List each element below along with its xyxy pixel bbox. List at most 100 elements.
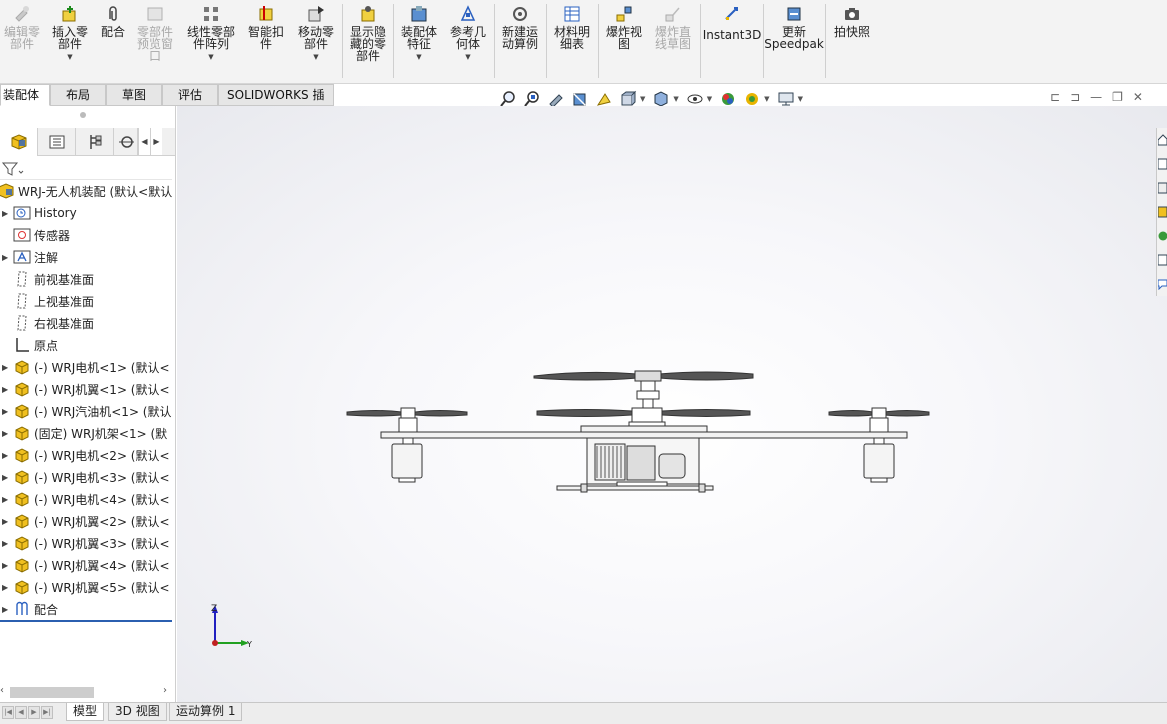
previous-window-icon[interactable]: ⊏	[1050, 90, 1060, 104]
new-motion-study-button[interactable]: 新建运 动算例	[498, 4, 542, 50]
tree-item-history[interactable]: ▶ History	[0, 202, 175, 224]
tree-item-component[interactable]: ▶ (-) WRJ机翼<5> (默认<	[0, 576, 175, 598]
first-tab-icon[interactable]: |◀	[2, 706, 14, 719]
last-tab-icon[interactable]: ▶|	[41, 706, 53, 719]
component-preview-button[interactable]: 零部件 预览窗 口	[134, 4, 176, 62]
chevron-down-icon[interactable]: ▼	[707, 95, 712, 103]
chevron-down-icon[interactable]: ▼	[673, 95, 678, 103]
explode-line-sketch-button[interactable]: 爆炸直 线草图	[650, 4, 696, 50]
tree-horizontal-scrollbar[interactable]: ‹ ›	[0, 684, 175, 700]
tab-model[interactable]: 模型	[66, 703, 105, 721]
mate-button[interactable]: 配合	[98, 4, 128, 38]
tree-item-top-plane[interactable]: 上视基准面	[0, 290, 175, 312]
tree-item-component[interactable]: ▶ (-) WRJ机翼<2> (默认<	[0, 510, 175, 532]
tree-item-component[interactable]: ▶ (-) WRJ机翼<4> (默认<	[0, 554, 175, 576]
home-icon[interactable]	[1157, 128, 1167, 152]
tab-evaluate[interactable]: 评估	[162, 84, 218, 106]
chevron-down-icon[interactable]: ▼	[764, 95, 769, 103]
tree-item-component[interactable]: ▶ (-) WRJ电机<1> (默认<	[0, 356, 175, 378]
next-window-icon[interactable]: ⊐	[1070, 90, 1080, 104]
tree-item-sensors[interactable]: 传感器	[0, 224, 175, 246]
chevron-down-icon[interactable]: ▼	[640, 95, 645, 103]
minimize-icon[interactable]: —	[1090, 90, 1102, 104]
tree-item-origin[interactable]: 原点	[0, 334, 175, 356]
expand-arrow-icon[interactable]: ▶	[2, 451, 12, 460]
expand-arrow-icon[interactable]: ▶	[2, 385, 12, 394]
snapshot-button[interactable]: 拍快照	[829, 4, 875, 38]
restore-icon[interactable]: ❐	[1112, 90, 1123, 104]
tab-3d-views[interactable]: 3D 视图	[108, 703, 167, 721]
panel-grip[interactable]	[80, 112, 86, 118]
linear-pattern-button[interactable]: 线性零部 件阵列 ▼	[182, 4, 240, 63]
expand-arrow-icon[interactable]: ▶	[2, 253, 12, 262]
forum-icon[interactable]	[1157, 272, 1167, 296]
tree-item-right-plane[interactable]: 右视基准面	[0, 312, 175, 334]
tree-item-component[interactable]: ▶ (-) WRJ电机<3> (默认<	[0, 466, 175, 488]
update-speedpak-button[interactable]: 更新 Speedpak	[764, 4, 824, 50]
design-library-icon[interactable]	[1157, 152, 1167, 176]
show-hidden-components-button[interactable]: 显示隐 藏的零 部件	[346, 4, 390, 62]
chevron-down-icon[interactable]: ▼	[208, 51, 213, 63]
expand-arrow-icon[interactable]: ▶	[2, 209, 12, 218]
tree-rollback-bar[interactable]	[0, 620, 172, 622]
scrollbar-thumb[interactable]	[10, 687, 94, 698]
tab-sketch[interactable]: 草图	[106, 84, 162, 106]
tab-feature-manager[interactable]	[0, 128, 38, 156]
expand-arrow-icon[interactable]: ▶	[2, 539, 12, 548]
insert-components-button[interactable]: 插入零 部件 ▼	[48, 4, 92, 63]
tree-item-component[interactable]: ▶ (-) WRJ机翼<3> (默认<	[0, 532, 175, 554]
tab-property-manager[interactable]	[38, 128, 76, 156]
tree-item-annotations[interactable]: ▶ 注解	[0, 246, 175, 268]
chevron-down-icon[interactable]: ▼	[313, 51, 318, 63]
previous-tab-icon[interactable]: ◀	[15, 706, 27, 719]
tree-item-component[interactable]: ▶ (-) WRJ机翼<1> (默认<	[0, 378, 175, 400]
expand-arrow-icon[interactable]: ▶	[2, 473, 12, 482]
custom-properties-icon[interactable]	[1157, 248, 1167, 272]
tab-assembly[interactable]: 装配体	[0, 84, 50, 106]
tree-filter[interactable]	[0, 158, 172, 180]
tabs-scroll-left-icon[interactable]: ◀	[138, 128, 150, 155]
expand-arrow-icon[interactable]: ▶	[2, 429, 12, 438]
tree-item-component[interactable]: ▶ (-) WRJ电机<2> (默认<	[0, 444, 175, 466]
expand-arrow-icon[interactable]: ▶	[2, 407, 12, 416]
smart-fasteners-button[interactable]: 智能扣 件	[244, 4, 288, 50]
expand-arrow-icon[interactable]: ▶	[2, 363, 12, 372]
tabs-scroll-right-icon[interactable]: ▶	[150, 128, 162, 155]
expand-arrow-icon[interactable]: ▶	[2, 605, 12, 614]
expand-arrow-icon[interactable]: ▶	[2, 561, 12, 570]
edit-component-button[interactable]: 编辑零 部件	[2, 4, 42, 50]
bill-of-materials-button[interactable]: 材料明 细表	[550, 4, 594, 50]
tab-motion-study-1[interactable]: 运动算例 1	[169, 703, 243, 721]
tab-configuration-manager[interactable]	[76, 128, 114, 156]
scroll-right-icon[interactable]: ›	[163, 685, 167, 696]
tab-solidworks-addins[interactable]: SOLIDWORKS 插件	[218, 84, 334, 123]
chevron-down-icon[interactable]: ▼	[67, 51, 72, 63]
view-palette-icon[interactable]	[1157, 200, 1167, 224]
exploded-view-button[interactable]: 爆炸视 图	[602, 4, 646, 50]
chevron-down-icon[interactable]: ▼	[416, 51, 421, 63]
graphics-area[interactable]: Z Y	[177, 106, 1167, 702]
expand-arrow-icon[interactable]: ▶	[2, 495, 12, 504]
assembly-features-button[interactable]: 装配体 特征 ▼	[397, 4, 441, 63]
appearances-icon[interactable]	[1157, 224, 1167, 248]
move-component-button[interactable]: 移动零 部件 ▼	[294, 4, 338, 63]
chevron-down-icon[interactable]: ▼	[798, 95, 803, 103]
close-icon[interactable]: ✕	[1133, 90, 1143, 104]
instant3d-button[interactable]: Instant3D	[703, 4, 761, 41]
chevron-down-icon[interactable]: ▼	[465, 51, 470, 63]
expand-arrow-icon[interactable]: ▶	[2, 583, 12, 592]
tab-dimxpert-manager[interactable]	[114, 128, 138, 156]
tree-item-component[interactable]: ▶ (-) WRJ汽油机<1> (默认	[0, 400, 175, 422]
tree-item-component[interactable]: ▶ (固定) WRJ机架<1> (默	[0, 422, 175, 444]
reference-geometry-button[interactable]: 参考几 何体 ▼	[446, 4, 490, 63]
tree-item-component[interactable]: ▶ (-) WRJ电机<4> (默认<	[0, 488, 175, 510]
scroll-left-icon[interactable]: ‹	[0, 685, 4, 696]
expand-arrow-icon[interactable]: ▶	[2, 517, 12, 526]
tree-item-mates[interactable]: ▶ 配合	[0, 598, 175, 620]
next-tab-icon[interactable]: ▶	[28, 706, 40, 719]
tab-layout[interactable]: 布局	[50, 84, 106, 106]
tree-item-front-plane[interactable]: 前视基准面	[0, 268, 175, 290]
tree-root-assembly[interactable]: WRJ-无人机装配 (默认<默认	[0, 180, 175, 202]
file-explorer-icon[interactable]	[1157, 176, 1167, 200]
drone-assembly-model[interactable]	[177, 106, 1167, 702]
